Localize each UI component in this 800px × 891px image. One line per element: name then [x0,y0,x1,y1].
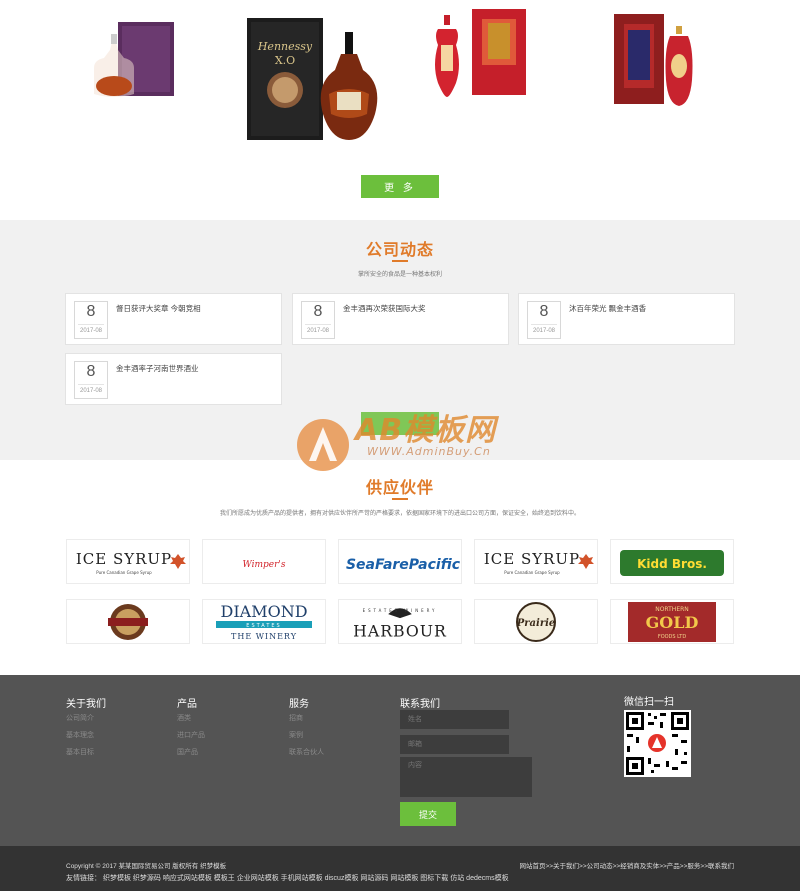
footer-link[interactable]: 基本理念 [66,730,94,740]
footer-contact-title: 联系我们 [400,699,440,710]
news-card[interactable]: 8 2017-08 金丰酒再次荣获国际大奖 [292,293,509,345]
contact-email-input[interactable] [400,735,509,754]
news-title-link[interactable]: 金丰酒率子河南世界酒业 [116,363,199,374]
prairie-text: Prairie [516,618,556,629]
news-day: 8 [313,303,323,320]
product-cognac-gift-box[interactable] [90,20,180,110]
news-date: 8 2017-08 [527,301,561,339]
products-section: Hennessy X.O 更 多 [0,0,800,220]
contact-name-input[interactable] [400,710,509,729]
footer: 关于我们 公司简介 基本理念 基本目标 产品 酒类 进口产品 国产品 服务 招商… [0,675,800,846]
footer-link[interactable]: 国产品 [177,747,198,757]
partners-title-underline [392,498,408,500]
northern-text: NORTHERN [655,606,689,613]
news-month: 2017-08 [305,324,331,334]
partner-logo-ice-syrup[interactable]: ICE SYRUP Pure Canadian Grape Syrup [66,539,190,584]
product-hennessy-xo[interactable]: Hennessy X.O [245,14,395,142]
news-card[interactable]: 8 2017-08 金丰酒率子河南世界酒业 [65,353,282,405]
news-more-button[interactable] [361,412,439,435]
partner-logo-seafare-pacific[interactable]: SeaFarePacific [338,539,462,584]
footer-link[interactable]: 案例 [289,730,303,740]
kidd-bros-text: Kidd Bros. [637,557,707,571]
wimpers-text: Wimper's [243,560,286,570]
product-red-baijiu-2[interactable] [610,10,700,110]
diamond-sub2: THE WINERY [231,632,297,641]
hennessy-label: Hennessy [257,40,313,53]
partner-logo-northern-gold[interactable]: NORTHERN GOLD FOODS LTD [610,599,734,644]
news-title-link[interactable]: 金丰酒再次荣获国际大奖 [343,303,426,314]
news-subtitle: 掌所安全的食品是一种基本权利 [357,272,442,278]
more-products-button[interactable]: 更 多 [361,175,439,198]
harbour-sub: ESTATES WINERY [363,608,438,613]
ice-syrup-2-sub: Pure Canadian Grape Syrup [504,570,560,575]
seafare-text: SeaFarePacific [346,557,460,573]
news-card[interactable]: 8 2017-08 沐百年荣光 飘金丰酒香 [518,293,735,345]
footer-service-title: 服务 [289,699,309,710]
friend-links[interactable]: 友情链接： 织梦模板 织梦源码 响应式网站模板 模板王 企业网站模板 手机网站模… [66,873,509,883]
news-day: 8 [86,363,96,380]
partner-logo-kidd-bros[interactable]: Kidd Bros. [610,539,734,584]
partner-logo-prairie[interactable]: Prairie [474,599,598,644]
news-day: 8 [86,303,96,320]
partner-logo-wimpers[interactable]: Wimper's [202,539,326,584]
ice-syrup-sub: Pure Canadian Grape Syrup [96,570,152,575]
bottom-bar: Copyright © 2017 某某国际贸易公司 版权所有 织梦模板 网站首页… [0,846,800,891]
partner-logo-seal-brand[interactable] [66,599,190,644]
diamond-sub: ESTATES [246,623,281,629]
partners-title: 供应伙伴 [365,480,434,497]
news-title: 公司动态 [365,242,434,259]
contact-submit-button[interactable]: 提交 [400,802,456,826]
footer-link[interactable]: 招商 [289,713,303,723]
ice-syrup-text: ICE SYRUP [76,550,172,568]
partner-logo-harbour[interactable]: ESTATES WINERY HARBOUR [338,599,462,644]
news-section: 公司动态 掌所安全的食品是一种基本权利 8 2017-08 督日获评大奖章 今朝竞… [0,220,800,460]
footer-link[interactable]: 进口产品 [177,730,205,740]
xo-label: X.O [275,54,295,67]
gold-text: GOLD [646,613,699,632]
partner-logo-diamond-estates[interactable]: DIAMOND ESTATES THE WINERY [202,599,326,644]
partners-subtitle: 我们所愿成为优质产品的提供者，拥有对供应伙伴所严苛的严格要求，依据国家环境下的进… [219,511,580,517]
partner-logo-ice-syrup-2[interactable]: ICE SYRUP Pure Canadian Grape Syrup [474,539,598,584]
news-title-link[interactable]: 督日获评大奖章 今朝竞相 [116,303,201,314]
news-date: 8 2017-08 [74,361,108,399]
news-date: 8 2017-08 [74,301,108,339]
wechat-qr-code [624,710,691,777]
bottom-nav-links[interactable]: 网站首页>>关于我们>>公司动态>>经销商及实体>>产品>>服务>>联系我们 [519,860,734,870]
footer-about-title: 关于我们 [66,699,106,710]
footer-wechat-title: 微信扫一扫 [624,697,674,708]
news-month: 2017-08 [78,324,104,334]
footer-link[interactable]: 酒类 [177,713,191,723]
news-card[interactable]: 8 2017-08 督日获评大奖章 今朝竞相 [65,293,282,345]
foods-text: FOODS LTD [658,634,687,640]
news-title-underline [392,260,408,262]
ice-syrup-2-text: ICE SYRUP [484,550,580,568]
copyright-text: Copyright © 2017 某某国际贸易公司 版权所有 织梦模板 [66,863,227,870]
news-month: 2017-08 [531,324,557,334]
news-day: 8 [539,303,549,320]
footer-link[interactable]: 公司简介 [66,713,94,723]
partners-section: 供应伙伴 我们所愿成为优质产品的提供者，拥有对供应伙伴所严苛的严格要求，依据国家… [0,460,800,675]
footer-link[interactable]: 基本目标 [66,747,94,757]
diamond-text: DIAMOND [220,602,307,621]
contact-message-textarea[interactable] [400,757,532,797]
news-month: 2017-08 [78,384,104,394]
footer-link[interactable]: 联系合伙人 [289,747,324,757]
product-red-baijiu-1[interactable] [430,5,530,123]
harbour-text: HARBOUR [353,621,447,640]
footer-products-title: 产品 [177,699,197,710]
news-title-link[interactable]: 沐百年荣光 飘金丰酒香 [569,303,646,314]
news-date: 8 2017-08 [301,301,335,339]
